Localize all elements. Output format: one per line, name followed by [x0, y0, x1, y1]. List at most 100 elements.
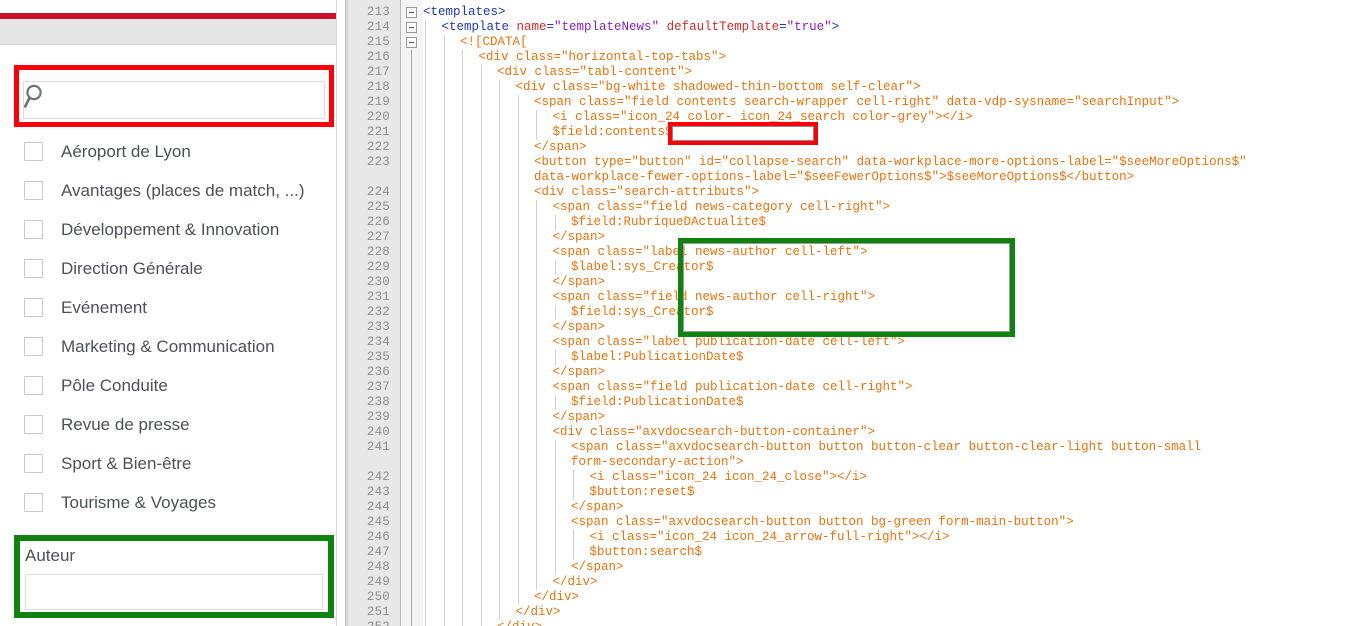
fold-toggle-icon[interactable]: [406, 37, 417, 48]
line-number: 244: [366, 500, 390, 514]
facet-item-evenement[interactable]: Evénement: [0, 288, 336, 327]
code-line[interactable]: <span class="axvdocsearch-button button …: [571, 440, 1201, 455]
code-line[interactable]: <span class="field publication-date cell…: [553, 380, 913, 395]
facet-item-pole-conduite[interactable]: Pôle Conduite: [0, 366, 336, 405]
author-field-highlight: Auteur: [14, 535, 334, 618]
line-number: 235: [366, 350, 390, 364]
code-line[interactable]: <div class="horizontal-top-tabs">: [479, 50, 727, 65]
code-line[interactable]: <i class="icon_24 color- icon_24_search …: [553, 110, 973, 125]
line-number: 217: [366, 65, 390, 79]
checkbox-icon[interactable]: [24, 337, 43, 356]
facet-label: Avantages (places de match, ...): [61, 180, 305, 200]
code-line[interactable]: <div class="search-attributs">: [534, 185, 759, 200]
code-line[interactable]: <i class="icon_24 icon_24_close"></i>: [590, 470, 868, 485]
checkbox-icon[interactable]: [24, 181, 43, 200]
code-line[interactable]: </span>: [571, 500, 624, 515]
code-line[interactable]: </span>: [553, 275, 606, 290]
checkbox-icon[interactable]: [24, 376, 43, 395]
search-input[interactable]: [23, 81, 325, 119]
code-line[interactable]: data-workplace-fewer-options-label="$see…: [534, 170, 1134, 185]
code-line[interactable]: <div class="bg-white shadowed-thin-botto…: [516, 80, 921, 95]
checkbox-icon[interactable]: [24, 220, 43, 239]
checkbox-icon[interactable]: [24, 259, 43, 278]
facet-item-direction-generale[interactable]: Direction Générale: [0, 249, 336, 288]
line-number: 249: [366, 575, 390, 589]
code-line[interactable]: </div>: [534, 590, 579, 605]
code-line[interactable]: </span>: [553, 365, 606, 380]
code-line[interactable]: $button:reset$: [590, 485, 695, 500]
sidebar-header-strip: [0, 19, 336, 45]
code-fold-column[interactable]: [401, 0, 423, 626]
code-line[interactable]: </span>: [553, 320, 606, 335]
code-line[interactable]: <template name="templateNews" defaultTem…: [442, 20, 840, 35]
line-number: 232: [366, 305, 390, 319]
code-line[interactable]: $field:PublicationDate$: [571, 395, 744, 410]
code-line[interactable]: <div class="tabl-content">: [497, 65, 692, 80]
facet-label: Tourisme & Voyages: [61, 492, 216, 512]
line-number: 247: [366, 545, 390, 559]
code-line[interactable]: </span>: [553, 230, 606, 245]
code-line[interactable]: $field:RubriqueDActualite$: [571, 215, 766, 230]
facet-item-tourisme-voyages[interactable]: Tourisme & Voyages: [0, 483, 336, 522]
code-line[interactable]: <button type="button" id="collapse-searc…: [534, 155, 1247, 170]
code-line[interactable]: <![CDATA[: [460, 35, 528, 50]
line-number: 219: [366, 95, 390, 109]
code-line[interactable]: <div class="axvdocsearch-button-containe…: [553, 425, 876, 440]
line-number: 231: [366, 290, 390, 304]
code-line[interactable]: <templates>: [423, 5, 506, 20]
line-number: 252: [345, 620, 390, 626]
code-line[interactable]: </span>: [571, 560, 624, 575]
code-line[interactable]: </div>: [516, 605, 561, 620]
code-line[interactable]: $field:sys_Creator$: [571, 305, 714, 320]
author-input[interactable]: [25, 574, 323, 610]
code-line[interactable]: <span class="field contents search-wrapp…: [534, 95, 1179, 110]
code-line[interactable]: <span class="field news-category cell-ri…: [553, 200, 891, 215]
code-line[interactable]: form-secondary-action">: [571, 455, 744, 470]
checkbox-icon[interactable]: [24, 415, 43, 434]
checkbox-icon[interactable]: [24, 298, 43, 317]
facet-label: Pôle Conduite: [61, 375, 168, 395]
code-editor[interactable]: 213 214 215 216 217 218 219 220 221 222 223 224 225 2…: [345, 0, 1345, 626]
checkbox-icon[interactable]: [24, 493, 43, 512]
line-number: 230: [366, 275, 390, 289]
facet-item-developpement-innovation[interactable]: Développement & Innovation: [0, 210, 336, 249]
code-line[interactable]: <span class="label news-author cell-left…: [553, 245, 868, 260]
facet-checkbox-list: Aéroport de Lyon Avantages (places de ma…: [0, 132, 336, 522]
sidebar-top-spacer: [0, 0, 336, 13]
fold-toggle-icon[interactable]: [406, 7, 417, 18]
code-line[interactable]: </span>: [553, 410, 606, 425]
facet-sidebar: Aéroport de Lyon Avantages (places de ma…: [0, 0, 336, 626]
line-number: 222: [366, 140, 390, 154]
line-number: 224: [366, 185, 390, 199]
fold-toggle-icon[interactable]: [406, 22, 417, 33]
code-line[interactable]: <span class="axvdocsearch-button button …: [571, 515, 1074, 530]
facet-item-sport-bien-etre[interactable]: Sport & Bien-être: [0, 444, 336, 483]
line-number: 242: [366, 470, 390, 484]
code-line[interactable]: $label:sys_Creator$: [571, 260, 714, 275]
code-line[interactable]: <span class="label publication-date cell…: [553, 335, 906, 350]
facet-item-avantages[interactable]: Avantages (places de match, ...): [0, 171, 336, 210]
facet-item-marketing-communication[interactable]: Marketing & Communication: [0, 327, 336, 366]
line-number: 241: [366, 440, 390, 454]
code-line[interactable]: $field:contents$: [553, 125, 673, 140]
code-line[interactable]: $button:search$: [590, 545, 703, 560]
checkbox-icon[interactable]: [24, 142, 43, 161]
line-number: 250: [366, 590, 390, 604]
facet-label: Développement & Innovation: [61, 219, 280, 239]
code-line[interactable]: <i class="icon_24 icon_24_arrow-full-rig…: [590, 530, 950, 545]
code-line[interactable]: $label:PublicationDate$: [571, 350, 744, 365]
facet-item-aeroport-de-lyon[interactable]: Aéroport de Lyon: [0, 132, 336, 171]
line-number: 237: [366, 380, 390, 394]
facet-label: Sport & Bien-être: [61, 453, 192, 473]
code-line[interactable]: <span class="field news-author cell-righ…: [553, 290, 876, 305]
line-number: 214: [366, 20, 390, 34]
checkbox-icon[interactable]: [24, 454, 43, 473]
code-line[interactable]: </div>: [553, 575, 598, 590]
code-text[interactable]: <templates> <template name="templateNews"…: [423, 0, 1345, 626]
line-number: 243: [366, 485, 390, 499]
author-field-label: Auteur: [25, 546, 76, 565]
code-line[interactable]: </span>: [534, 140, 587, 155]
code-line[interactable]: </div>: [497, 620, 542, 626]
line-number: 229: [366, 260, 390, 274]
facet-item-revue-de-presse[interactable]: Revue de presse: [0, 405, 336, 444]
